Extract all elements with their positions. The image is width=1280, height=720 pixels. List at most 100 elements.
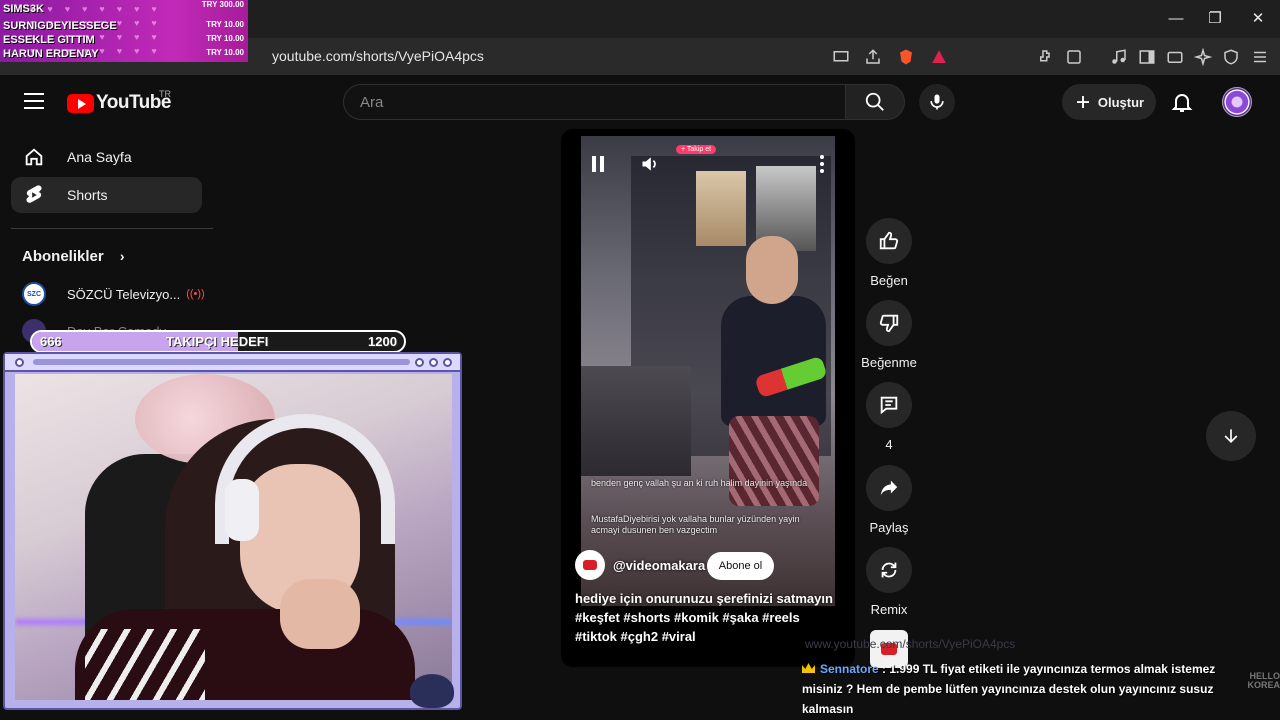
notifications-button[interactable] [1170,90,1194,114]
youtube-logo[interactable]: YouTube [67,92,171,114]
goal-target: 1200 [368,334,397,349]
voice-search-button[interactable] [919,84,955,120]
chat-username: Sennatore [820,662,879,676]
like-label: Beğen [870,273,908,288]
channel-avatar[interactable] [575,550,605,580]
donation-amount: TRY 300.00 [201,0,244,9]
share-label: Paylaş [869,520,909,535]
search-box[interactable] [343,84,846,120]
sidebar-item-home[interactable]: Ana Sayfa [11,139,202,175]
subscriptions-heading-label: Abonelikler [22,248,104,265]
video-person-head [746,236,798,304]
sidebar-divider [11,228,213,229]
minimize-button[interactable]: — [1166,9,1186,29]
wallet-icon[interactable] [1165,47,1185,67]
close-window-button[interactable]: ✕ [1248,9,1268,29]
remix-button[interactable]: Remix [861,547,917,617]
webcam-video [15,374,452,700]
pause-icon [592,156,604,172]
donor-name: ESSEKLE GITTIM [3,34,95,46]
dislike-label: Beğenme [861,355,917,370]
subscribe-button[interactable]: Abone ol [707,552,774,580]
chevron-right-icon: › [119,248,125,264]
sidebar-item-label: Shorts [67,187,108,203]
video-person-legs [729,416,819,506]
channel-avatar: SZC [22,282,46,306]
chat-message: Sennatore : 1.999 TL fiyat etiketi ile y… [802,659,1242,719]
donation-overlay: ♥♥♥♥♥♥♥♥ ♥♥♥♥♥♥♥♥ ♥♥♥♥♥♥♥♥ ♥♥♥♥♥♥♥♥ SIMS3K … [0,0,248,62]
maximize-button[interactable]: ❐ [1205,9,1225,29]
create-button[interactable]: Oluştur [1062,84,1156,120]
short-hashtags[interactable]: #keşfet #shorts #komik #şaka #reels #tik… [575,608,835,646]
tab-search-icon[interactable] [1064,47,1084,67]
titlebar-slot [33,359,410,365]
crown-icon [802,663,815,673]
brave-shield-icon[interactable] [896,47,916,67]
menu-icon[interactable] [24,93,44,109]
window-dot-icon [429,358,438,367]
extensions-icon[interactable] [1036,47,1056,67]
share-button[interactable]: Paylaş [861,465,917,535]
comments-button[interactable]: 4 [861,382,917,452]
bell-icon [1171,94,1193,112]
chat-ghost-link: www.youtube.com/shorts/VyePiOA4pcs [805,637,1016,651]
video-comment: MustafaDiyebirisi yok vallaha bunlar yüz… [591,514,800,535]
window-dot-icon [15,358,24,367]
more-options-button[interactable] [812,150,832,178]
sidebar-toggle-icon[interactable] [1137,47,1157,67]
sidebar-item-shorts[interactable]: Shorts [11,177,202,213]
cat-mascot-icon [410,674,454,708]
shorts-player[interactable]: + Takip et benden genç vallah şu an ki r… [561,129,855,667]
donation-amount: TRY 10.00 [206,48,244,57]
headphone-cup [225,479,259,541]
goal-current: 666 [40,334,62,349]
search-icon [865,92,884,111]
subscriptions-heading[interactable]: Abonelikler › [22,248,125,265]
donation-amount: TRY 10.00 [206,20,244,29]
follower-goal-bar: 666 TAKIPÇI HEDEFI 1200 [30,330,406,353]
short-title-text: hediye için onurunuzu şerefinizi satmayı… [575,591,833,606]
search-button[interactable] [845,84,905,120]
video-poster [696,171,746,246]
dislike-button[interactable]: Beğenme [861,300,917,370]
donor-name: SURNIGDEYIESSEGE [3,20,117,32]
watermark: HELLO KOREA [1247,671,1280,690]
country-code: TR [159,89,171,99]
subscription-name: SÖZCÜ Televizyo... [67,286,181,302]
donation-amount: TRY 10.00 [206,34,244,43]
sidebar-item-label: Ana Sayfa [67,149,132,165]
plus-icon [1076,96,1089,108]
browser-menu-icon[interactable] [1250,47,1270,67]
account-avatar[interactable] [1222,87,1252,117]
webcam-titlebar [5,354,460,372]
vpn-icon[interactable] [1221,47,1241,67]
next-short-button[interactable] [1206,411,1256,461]
short-title[interactable]: hediye için onurunuzu şerefinizi satmayı… [575,589,835,646]
webcam-window [3,352,462,710]
create-label: Oluştur [1097,94,1145,110]
shorts-icon [26,185,42,203]
jacket-stripes [85,629,205,700]
leo-ai-icon[interactable] [1193,47,1213,67]
remix-label: Remix [870,602,908,617]
subscription-item[interactable]: SZC SÖZCÜ Televizyo... ((•)) [22,282,205,306]
pause-button[interactable] [584,150,612,178]
media-control-icon[interactable] [1109,47,1129,67]
window-dot-icon [443,358,452,367]
video-follow-badge: + Takip et [676,145,717,154]
brave-rewards-icon[interactable] [929,47,949,67]
share-icon [880,480,898,496]
url-text[interactable]: youtube.com/shorts/VyePiOA4pcs [272,48,484,64]
window-dot-icon [415,358,424,367]
channel-row[interactable]: @videomakara [575,550,705,580]
youtube-play-icon [67,93,94,113]
cast-icon[interactable] [831,47,851,67]
short-video[interactable]: + Takip et benden genç vallah şu an ki r… [581,136,835,606]
share-page-icon[interactable] [863,47,883,67]
donor-name: HARUN ERDENAY [3,48,99,60]
video-desk [581,366,691,476]
search-input[interactable] [344,85,845,119]
channel-name[interactable]: @videomakara [613,558,705,573]
volume-button[interactable] [636,150,664,178]
like-button[interactable]: Beğen [861,218,917,288]
